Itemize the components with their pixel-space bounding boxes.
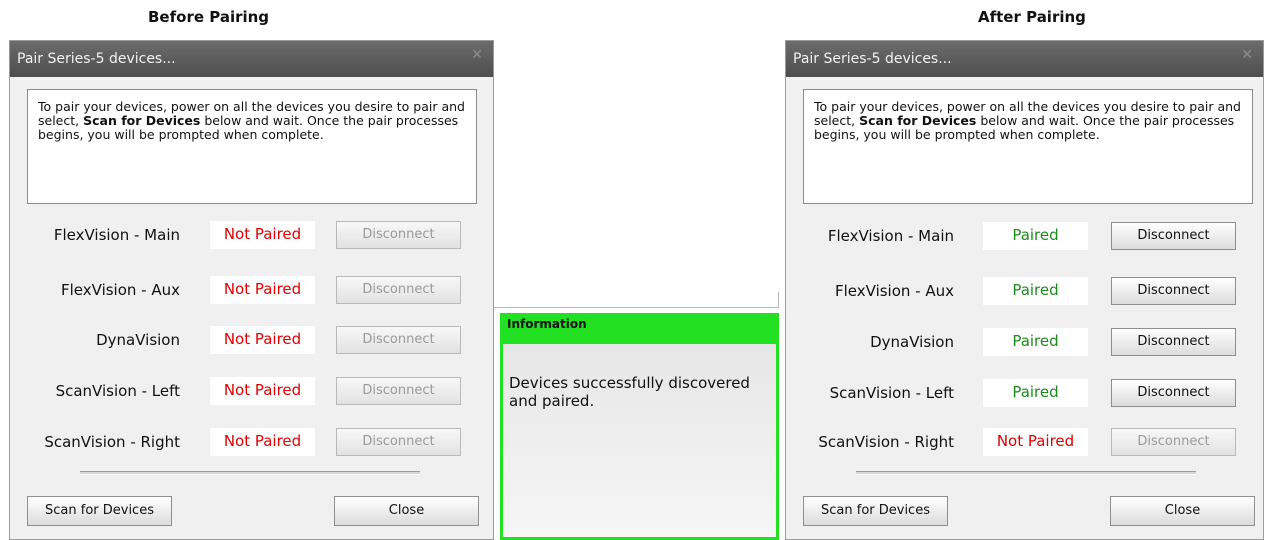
device-name: FlexVision - Main (53, 226, 180, 244)
dialog-title: Pair Series-5 devices... (17, 51, 176, 67)
device-name: ScanVision - Left (829, 384, 954, 402)
pair-dialog-before: Pair Series-5 devices... ✕ To pair your … (9, 40, 494, 540)
device-status: Not Paired (210, 428, 315, 456)
disconnect-button[interactable]: Disconnect (1111, 379, 1236, 407)
disconnect-button[interactable]: Disconnect (1111, 277, 1236, 305)
close-button[interactable]: Close (334, 496, 479, 526)
disconnect-button[interactable]: Disconnect (336, 428, 461, 456)
divider (778, 292, 779, 308)
device-row: FlexVision - Aux Not Paired Disconnect (10, 276, 493, 306)
disconnect-button[interactable]: Disconnect (336, 326, 461, 354)
device-status: Not Paired (983, 428, 1088, 456)
device-row: ScanVision - Left Paired Disconnect (786, 379, 1263, 409)
device-status: Not Paired (210, 276, 315, 304)
separator (856, 471, 1196, 475)
information-title: Information (507, 317, 587, 331)
device-status: Paired (983, 379, 1088, 407)
disconnect-button[interactable]: Disconnect (1111, 428, 1236, 456)
pair-dialog-after: Pair Series-5 devices... ✕ To pair your … (785, 40, 1264, 540)
device-status: Paired (983, 222, 1088, 250)
device-status: Paired (983, 277, 1088, 305)
device-name: FlexVision - Aux (835, 282, 954, 300)
device-row: FlexVision - Aux Paired Disconnect (786, 277, 1263, 307)
device-row: ScanVision - Right Not Paired Disconnect (786, 428, 1263, 458)
dialog-title: Pair Series-5 devices... (793, 51, 952, 67)
device-row: ScanVision - Left Not Paired Disconnect (10, 377, 493, 407)
device-row: FlexVision - Main Paired Disconnect (786, 222, 1263, 252)
instructions-box: To pair your devices, power on all the d… (27, 89, 477, 204)
device-status: Paired (983, 328, 1088, 356)
dialog-titlebar: Pair Series-5 devices... ✕ (10, 41, 493, 77)
information-body: Devices successfully discovered and pair… (503, 344, 776, 537)
device-name: DynaVision (870, 333, 954, 351)
device-row: ScanVision - Right Not Paired Disconnect (10, 428, 493, 458)
device-name: ScanVision - Right (44, 433, 180, 451)
information-popup: Information Devices successfully discove… (500, 313, 779, 540)
instructions-box: To pair your devices, power on all the d… (803, 89, 1253, 204)
close-button[interactable]: Close (1110, 496, 1255, 526)
device-name: ScanVision - Left (55, 382, 180, 400)
device-status: Not Paired (210, 221, 315, 249)
before-pairing-caption: Before Pairing (148, 8, 270, 26)
device-row: DynaVision Not Paired Disconnect (10, 326, 493, 356)
device-name: FlexVision - Main (827, 227, 954, 245)
disconnect-button[interactable]: Disconnect (1111, 328, 1236, 356)
disconnect-button[interactable]: Disconnect (1111, 222, 1236, 250)
device-row: FlexVision - Main Not Paired Disconnect (10, 221, 493, 251)
disconnect-button[interactable]: Disconnect (336, 377, 461, 405)
after-pairing-caption: After Pairing (978, 8, 1086, 26)
device-name: FlexVision - Aux (61, 281, 180, 299)
close-icon[interactable]: ✕ (471, 47, 483, 63)
dialog-titlebar: Pair Series-5 devices... ✕ (786, 41, 1263, 77)
divider (494, 307, 778, 308)
information-message: Devices successfully discovered and pair… (509, 374, 750, 410)
scan-for-devices-button[interactable]: Scan for Devices (27, 496, 172, 526)
separator (80, 471, 420, 475)
instructions-bold: Scan for Devices (83, 113, 201, 128)
device-status: Not Paired (210, 377, 315, 405)
device-status: Not Paired (210, 326, 315, 354)
instructions-bold: Scan for Devices (859, 113, 977, 128)
device-name: ScanVision - Right (818, 433, 954, 451)
disconnect-button[interactable]: Disconnect (336, 221, 461, 249)
scan-for-devices-button[interactable]: Scan for Devices (803, 496, 948, 526)
close-icon[interactable]: ✕ (1241, 47, 1253, 63)
disconnect-button[interactable]: Disconnect (336, 276, 461, 304)
device-name: DynaVision (96, 331, 180, 349)
device-row: DynaVision Paired Disconnect (786, 328, 1263, 358)
